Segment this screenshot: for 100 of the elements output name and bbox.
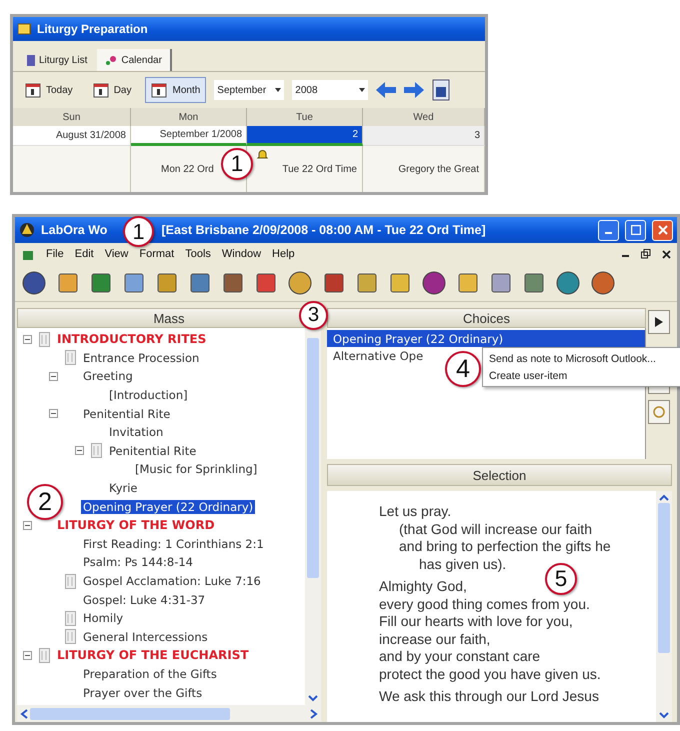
expand-icon[interactable] <box>22 334 32 344</box>
tree-item[interactable]: Preparation of the Gifts <box>81 666 219 681</box>
tree-item[interactable]: Opening Prayer (22 Ordinary) <box>81 500 256 514</box>
tree-item[interactable]: [Introduction] <box>107 388 190 402</box>
tree-item[interactable]: Entrance Procession <box>81 350 202 365</box>
toolbar-icon[interactable] <box>89 271 113 295</box>
date-cell[interactable]: September 1/2008 <box>131 126 247 146</box>
tree-item[interactable]: First Reading: 1 Corinthians 2:1 <box>81 536 266 551</box>
section-heading[interactable]: LITURGY OF THE WORD <box>55 518 217 532</box>
menu-item[interactable]: Edit <box>74 248 94 260</box>
tab[interactable]: Liturgy List <box>19 49 96 71</box>
toolbar-icon[interactable] <box>421 270 447 296</box>
section-heading[interactable]: INTRODUCTORY RITES <box>55 332 208 346</box>
horizontal-scrollbar[interactable] <box>17 705 321 722</box>
view-button[interactable]: Month <box>145 77 206 103</box>
scrollbar[interactable] <box>305 328 321 705</box>
menu-item[interactable]: Send as note to Microsoft Outlook... <box>483 350 680 367</box>
expand-icon[interactable] <box>48 372 58 381</box>
calendar-icon <box>151 82 168 98</box>
year-select[interactable]: 2008 <box>292 80 368 100</box>
toolbar-icon[interactable] <box>456 271 480 295</box>
calendar-entry[interactable]: Tue 22 Ord Time <box>282 164 357 174</box>
toolbar-icon[interactable] <box>355 271 379 295</box>
tree-item[interactable]: Greeting <box>81 369 135 384</box>
date-cell[interactable]: 2 <box>247 126 363 146</box>
play-icon <box>655 317 663 327</box>
toolbar-icon[interactable] <box>56 271 80 295</box>
toolbar-icon[interactable] <box>221 271 245 295</box>
choice-item[interactable]: Opening Prayer (22 Ordinary) <box>327 330 645 347</box>
tree-item[interactable]: [Music for Sprinkling] <box>133 462 260 476</box>
tab[interactable]: Calendar <box>97 49 172 71</box>
page-icon <box>38 648 50 663</box>
date-cell[interactable]: August 31/2008 <box>13 126 131 146</box>
expand-icon[interactable] <box>22 520 32 530</box>
app-icon <box>19 222 35 238</box>
month-select[interactable]: September <box>214 80 284 100</box>
tree-item[interactable]: Psalm: Ps 144:8-14 <box>81 555 196 570</box>
menu-item[interactable]: Format <box>139 248 174 260</box>
page-icon <box>64 610 76 626</box>
menu-item[interactable]: Help <box>272 248 295 260</box>
calendar-icon[interactable] <box>432 79 450 101</box>
menu-item[interactable]: Tools <box>185 248 211 260</box>
play-button[interactable] <box>648 310 670 334</box>
prayer-line: We ask this through our Lord Jesus <box>379 688 599 706</box>
menu-item[interactable]: Window <box>222 248 262 260</box>
tree-item[interactable]: Gospel Acclamation: Luke 7:16 <box>81 574 263 588</box>
toolbar-icon[interactable] <box>188 271 212 295</box>
window-title-detail: [East Brisbane 2/09/2008 - 08:00 AM - Tue 22 Ord Time] <box>161 223 486 237</box>
date-cell[interactable]: 3 <box>363 126 485 146</box>
toolbar-icon[interactable] <box>590 270 616 296</box>
menu-item[interactable]: File <box>46 248 64 260</box>
toolbar-icon[interactable] <box>489 271 513 295</box>
expand-icon[interactable] <box>22 650 32 660</box>
day-header: Mon <box>131 108 247 126</box>
prayer-line: every good thing comes from you. <box>379 596 590 613</box>
tree-item[interactable]: Prayer over the Gifts <box>81 686 204 700</box>
toolbar-icon[interactable] <box>155 271 179 295</box>
page-icon <box>64 629 76 644</box>
calendar-entry[interactable]: Gregory the Great <box>398 164 479 174</box>
left-arrow-icon[interactable] <box>376 82 396 98</box>
scrollbar[interactable] <box>656 491 672 722</box>
page-icon <box>38 332 50 347</box>
menu-item[interactable]: Create user-item <box>483 367 680 384</box>
dropdown-icon[interactable] <box>275 88 282 92</box>
tree-item[interactable]: Kyrie <box>107 481 140 496</box>
tree-item[interactable]: General Intercessions <box>81 630 210 644</box>
toolbar-icon[interactable] <box>122 271 146 295</box>
window-title: Liturgy Preparation <box>37 22 148 36</box>
view-button[interactable]: Day <box>86 77 138 103</box>
tree-item[interactable]: Invitation <box>107 425 166 440</box>
tree-item[interactable]: Homily <box>81 611 126 626</box>
expand-icon[interactable] <box>48 409 58 418</box>
calendar-icon <box>25 82 41 98</box>
calendar-icon <box>105 54 118 66</box>
toolbar-icon[interactable] <box>522 271 546 295</box>
maximize-button[interactable] <box>625 220 646 240</box>
day-header: Wed <box>363 108 485 126</box>
right-arrow-icon[interactable] <box>404 82 424 98</box>
tree-item[interactable]: Penitential Rite <box>107 444 198 458</box>
dropdown-icon[interactable] <box>359 88 366 92</box>
page-icon <box>64 350 76 366</box>
tree-item[interactable]: Gospel: Luke 4:31-37 <box>81 592 208 607</box>
toolbar-icon[interactable] <box>555 270 581 296</box>
close-button[interactable] <box>652 220 673 240</box>
restore-icon[interactable] <box>641 249 651 259</box>
toolbar-icon[interactable] <box>322 271 346 295</box>
toolbar-icon[interactable] <box>21 270 47 296</box>
expand-icon[interactable] <box>74 446 84 456</box>
toolbar-icon[interactable] <box>254 271 278 295</box>
toolbar-icon[interactable] <box>388 271 412 295</box>
calendar-entry[interactable]: Mon 22 Ord <box>161 164 214 174</box>
view-button[interactable]: Today <box>19 77 79 103</box>
menu-item[interactable]: View <box>104 248 128 260</box>
toolbar-icon[interactable] <box>287 270 313 296</box>
minimize-button[interactable] <box>598 220 619 240</box>
side-button[interactable] <box>648 400 670 424</box>
section-heading[interactable]: LITURGY OF THE EUCHARIST <box>55 648 251 662</box>
close-icon[interactable] <box>662 250 671 258</box>
tree-item[interactable]: Penitential Rite <box>81 406 172 421</box>
prayer-line: and bring to perfection the gifts he <box>398 538 611 556</box>
